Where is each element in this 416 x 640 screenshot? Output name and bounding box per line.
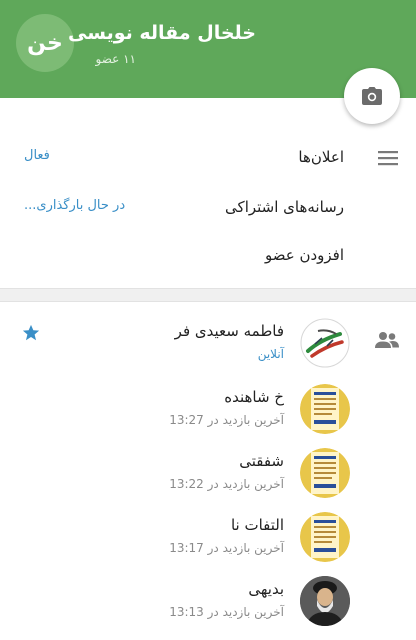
member-status: آخرین بازدید در 13:13 (169, 605, 284, 619)
settings-section: اعلان‌ها فعال رسانه‌های اشتراکی در حال ب… (0, 98, 416, 288)
member-name: فاطمه سعیدی فر (174, 322, 284, 340)
group-avatar[interactable]: خن (16, 14, 74, 72)
member-status: آخرین بازدید در 13:22 (169, 477, 284, 491)
member-status: آنلاین (257, 347, 284, 361)
member-row[interactable]: خ شاهنده آخرین بازدید در 13:27 (0, 374, 416, 438)
shared-media-label: رسانه‌های اشتراکی (225, 198, 344, 216)
member-row[interactable]: شفقتی آخرین بازدید در 13:22 (0, 438, 416, 502)
add-member-row[interactable]: افزودن عضو (0, 232, 416, 280)
member-avatar (300, 448, 350, 498)
group-members-count: ۱۱ عضو (95, 52, 136, 66)
member-name: شفقتی (239, 452, 284, 470)
member-avatar (300, 384, 350, 434)
member-name: بدیهی (248, 580, 284, 598)
member-avatar (300, 512, 350, 562)
admin-star-icon (22, 324, 40, 341)
section-divider (0, 288, 416, 302)
member-name: خ شاهنده (224, 388, 284, 406)
member-status: آخرین بازدید در 13:27 (169, 413, 284, 427)
notifications-row[interactable]: اعلان‌ها فعال (0, 134, 416, 182)
members-section: فاطمه سعیدی فر آنلاین خ شاهنده آخرین باز… (0, 302, 416, 640)
shared-media-row[interactable]: رسانه‌های اشتراکی در حال بارگذاری... (0, 184, 416, 232)
member-avatar (300, 318, 350, 368)
member-status: آخرین بازدید در 13:17 (169, 541, 284, 555)
member-avatar (300, 576, 350, 626)
member-row[interactable]: بدیهی آخرین بازدید در 13:13 (0, 566, 416, 630)
member-row[interactable]: فاطمه سعیدی فر آنلاین (0, 308, 416, 372)
group-title[interactable]: خلخال مقاله نویسی (68, 22, 256, 44)
notifications-value: فعال (24, 148, 50, 163)
member-row[interactable]: التفات نا آخرین بازدید در 13:17 (0, 502, 416, 566)
member-name: التفات نا (230, 516, 284, 534)
shared-media-value: در حال بارگذاری... (24, 198, 126, 213)
add-member-label: افزودن عضو (264, 246, 344, 264)
notifications-label: اعلان‌ها (298, 148, 344, 166)
